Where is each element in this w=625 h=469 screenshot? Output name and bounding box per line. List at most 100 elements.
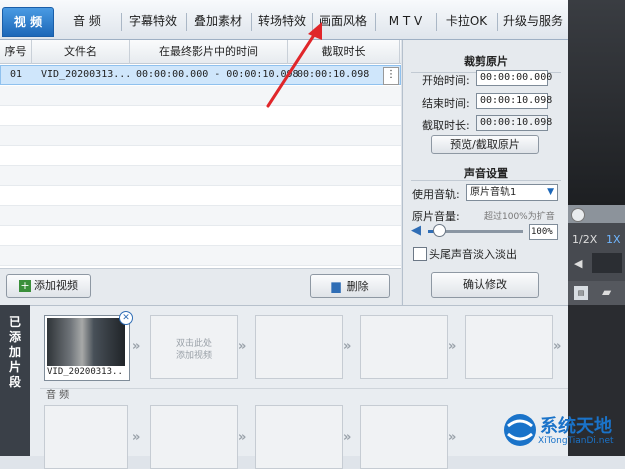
empty-clip-slot[interactable]: 双击此处 添加视频 <box>150 315 238 379</box>
transition-arrow-icon: » <box>132 430 141 445</box>
col-header-index: 序号 <box>0 40 32 64</box>
col-header-filename: 文件名 <box>32 40 130 64</box>
chevron-down-icon[interactable]: ▼ <box>547 185 554 200</box>
delete-label: 删除 <box>346 280 369 293</box>
fade-label: 头尾声音淡入淡出 <box>429 248 517 261</box>
preview-controls: 1/2X 1X ◀ <box>568 223 625 281</box>
empty-row <box>0 186 401 206</box>
confirm-changes-button[interactable]: 确认修改 <box>431 272 539 298</box>
start-time-label: 开始时间: <box>422 74 470 87</box>
empty-row <box>0 146 401 166</box>
clip-thumbnail[interactable]: VID_20200313... ✕ <box>44 311 133 381</box>
sound-section-title: 声音设置 <box>464 167 508 180</box>
watermark-url: XiTongTianDi.net <box>538 436 614 446</box>
speaker-icon[interactable]: ◀ <box>411 223 421 238</box>
duration-value: 00:00:10.098 <box>476 115 552 131</box>
speed-half-button[interactable]: 1/2X <box>572 233 597 246</box>
added-clips-side-label: 已 添 加 片 段 <box>0 305 30 456</box>
empty-clip-slot[interactable] <box>255 315 343 379</box>
transition-arrow-icon: » <box>448 430 457 445</box>
add-video-label: 添加视频 <box>34 279 78 292</box>
row-index: 01 <box>10 69 23 80</box>
empty-clip-slot[interactable] <box>360 315 448 379</box>
table-header: 序号 文件名 在最终影片中的时间 截取时长 <box>0 40 401 64</box>
slot-hint-line2: 添加视频 <box>175 351 212 361</box>
add-icon: + <box>19 279 31 292</box>
volume-slider-knob[interactable] <box>433 224 446 237</box>
slider-knob[interactable] <box>571 208 585 222</box>
preview-screen <box>568 0 625 205</box>
preview-toolbar: ▤ ▰ <box>568 281 625 305</box>
tab-separator <box>497 13 498 31</box>
site-watermark: 系统天地 XiTongTianDi.net <box>500 410 625 456</box>
transition-arrow-icon: » <box>238 339 247 354</box>
crop-section-title: 裁剪原片 <box>464 55 508 68</box>
tab-subtitle-effects[interactable]: 字幕特效 <box>123 7 183 35</box>
tab-separator <box>121 13 122 31</box>
empty-row <box>0 206 401 226</box>
tab-mtv[interactable]: M T V <box>378 7 433 35</box>
empty-audio-slot[interactable] <box>150 405 238 469</box>
transition-arrow-icon: » <box>553 339 562 354</box>
duration-label: 截取时长: <box>422 119 470 132</box>
volume-hint: 超过100%为扩音 <box>484 212 555 222</box>
tab-overlay-material[interactable]: 叠加素材 <box>188 7 248 35</box>
new-file-icon[interactable]: ▤ <box>574 286 588 300</box>
watermark-name: 系统天地 <box>540 416 612 437</box>
side-label-char: 添 <box>8 330 21 344</box>
trash-icon: ▆ <box>331 279 341 293</box>
empty-row <box>0 226 401 246</box>
end-time-label: 结束时间: <box>422 97 470 110</box>
side-label-char: 加 <box>8 345 21 359</box>
transition-arrow-icon: » <box>132 339 141 354</box>
end-time-input[interactable]: 00:00:10.098 <box>476 93 552 109</box>
preview-progress-slider[interactable] <box>568 205 625 223</box>
audio-track-value: 原片音轨1 <box>470 187 517 198</box>
side-label-char: 已 <box>8 315 21 329</box>
timeline-panel: VID_20200313... ✕ » 双击此处 添加视频 » » » » 音 … <box>0 305 568 469</box>
empty-audio-slot[interactable] <box>360 405 448 469</box>
tab-karaoke[interactable]: 卡拉OK <box>439 7 494 35</box>
slot-hint-line1: 双击此处 <box>175 339 212 349</box>
transition-arrow-icon: » <box>448 339 457 354</box>
table-row[interactable]: 01 VID_20200313... 00:00:00.000 - 00:00:… <box>0 65 401 85</box>
tab-audio[interactable]: 音 频 <box>62 7 112 35</box>
clip-preview-image <box>47 318 125 366</box>
audio-track-select[interactable]: 原片音轨1 ▼ <box>466 184 558 201</box>
clip-name: VID_20200313... <box>47 367 125 377</box>
add-video-button[interactable]: + 添加视频 <box>6 274 91 298</box>
fade-checkbox[interactable] <box>413 247 427 261</box>
row-menu-icon[interactable]: ⋮ <box>383 67 399 85</box>
clip-settings-panel: 裁剪原片 开始时间: 00:00:00.000 结束时间: 00:00:10.0… <box>402 40 568 305</box>
preview-crop-button[interactable]: 预览/截取原片 <box>431 135 539 154</box>
remove-clip-icon[interactable]: ✕ <box>119 311 133 325</box>
audio-track-label: 使用音轨: <box>412 188 460 201</box>
slot-hint: 双击此处 添加视频 <box>151 338 237 362</box>
empty-audio-slot[interactable] <box>255 405 343 469</box>
empty-audio-slot[interactable] <box>44 405 128 469</box>
empty-row <box>0 166 401 186</box>
transition-arrow-icon: » <box>343 339 352 354</box>
open-folder-icon[interactable]: ▰ <box>602 285 611 299</box>
side-label-char: 片 <box>8 360 21 374</box>
audio-track-header: 音 频 <box>40 388 568 402</box>
empty-row <box>0 106 401 126</box>
playback-area <box>592 253 622 273</box>
annotation-arrow <box>266 22 322 108</box>
delete-button[interactable]: ▆ 删除 <box>310 274 390 298</box>
volume-label: 原片音量: <box>412 210 460 223</box>
tab-separator <box>186 13 187 31</box>
start-time-input[interactable]: 00:00:00.000 <box>476 70 552 86</box>
volume-value[interactable]: 100% <box>529 224 558 240</box>
globe-logo-icon <box>504 414 536 446</box>
side-label-char: 段 <box>8 375 21 389</box>
tab-upgrade-service[interactable]: 升级与服务 <box>499 7 567 35</box>
empty-row <box>0 126 401 146</box>
rewind-icon[interactable]: ◀ <box>574 257 582 270</box>
tab-video[interactable]: 视 频 <box>2 7 54 37</box>
empty-clip-slot[interactable] <box>465 315 553 379</box>
transition-arrow-icon: » <box>343 430 352 445</box>
empty-row <box>0 246 401 266</box>
speed-one-button[interactable]: 1X <box>606 233 621 246</box>
file-list-table: 序号 文件名 在最终影片中的时间 截取时长 01 VID_20200313...… <box>0 40 401 268</box>
